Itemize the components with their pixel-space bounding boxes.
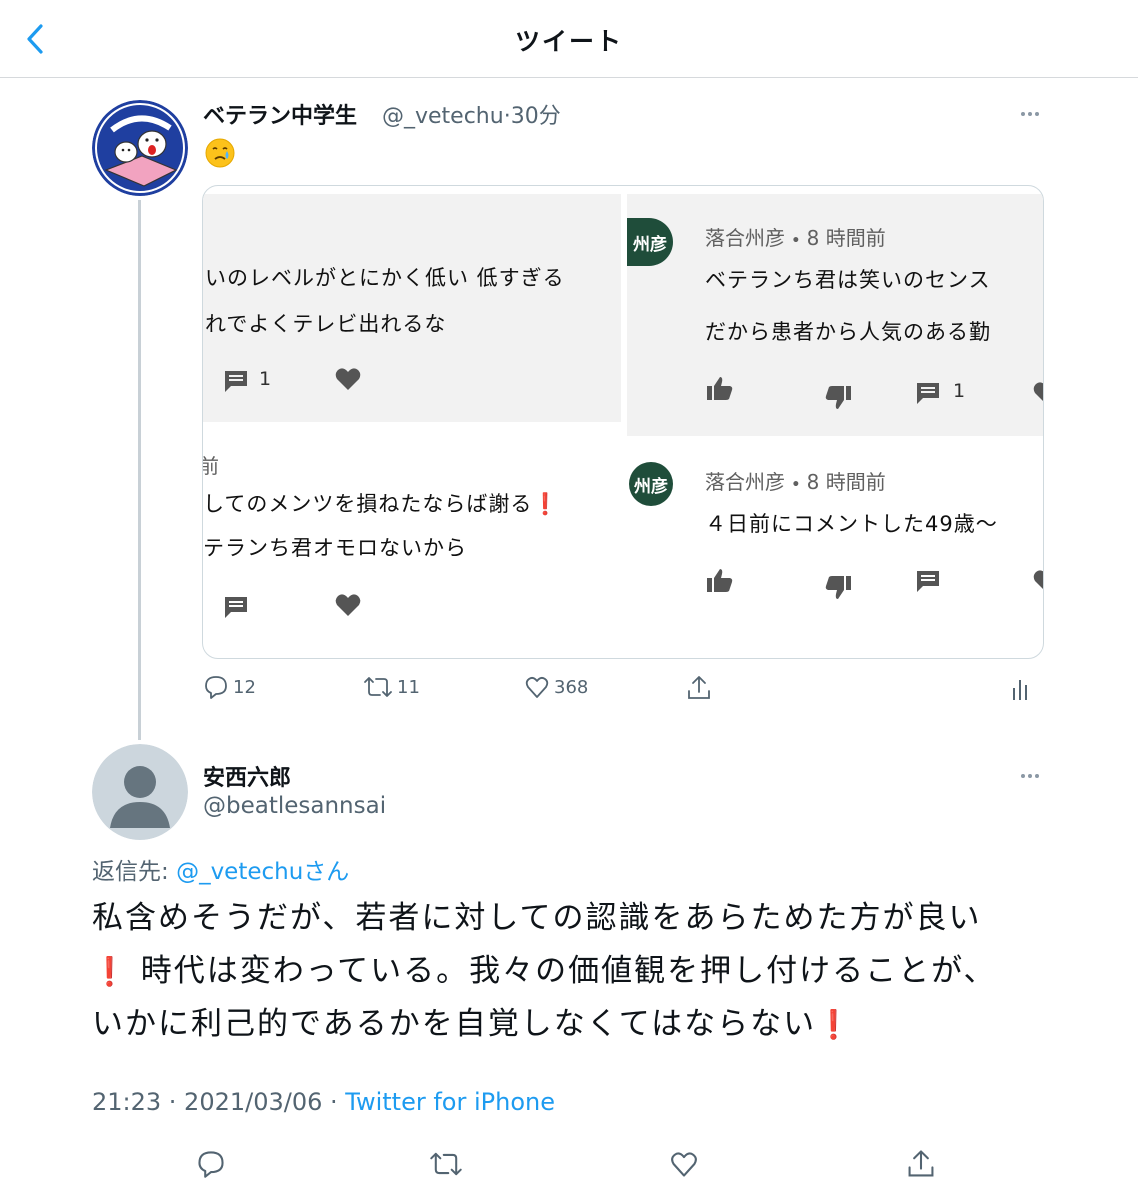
embedded-comment: 州彦 落合州彦 • 8 時間前 ベテランち君は笑いのセンス だから患者から人気の… xyxy=(627,194,1043,436)
thumbs-down-icon xyxy=(825,576,851,599)
comment-icon xyxy=(917,571,939,592)
tweet-metadata: 21:23 · 2021/03/06 · Twitter for iPhone xyxy=(92,1088,555,1116)
reply-icon xyxy=(205,676,227,699)
heart-icon xyxy=(335,594,361,616)
tweet-image-card[interactable]: いのレベルがとにかく低い 低すぎる れでよくテレビ出れるな 1 前 してのメンツ… xyxy=(202,185,1044,659)
comment-meta: 前 xyxy=(203,450,219,479)
comment-time: 8 時間前 xyxy=(806,470,886,494)
comment-icon xyxy=(225,597,247,618)
retweet-count: 11 xyxy=(397,676,420,698)
comment-text: いのレベルがとにかく低い 低すぎる xyxy=(205,266,565,290)
comment-text: だから患者から人気のある勤 xyxy=(705,320,991,344)
crying-face-emoji-icon xyxy=(205,138,235,168)
reply-count: 1 xyxy=(259,368,272,390)
comment-text: ４日前にコメントした49歳〜 xyxy=(705,512,998,536)
comment-meta: 落合州彦 • 8 時間前 xyxy=(705,226,886,250)
avatar-image xyxy=(92,100,188,196)
thumbs-up-icon xyxy=(707,377,733,400)
author-handle[interactable]: @beatlesannsai xyxy=(203,793,386,819)
thumbs-down-icon xyxy=(825,386,851,409)
share-button[interactable] xyxy=(686,674,712,702)
exclamation-icon: ❗ xyxy=(92,955,129,988)
comment-meta: 落合州彦 • 8 時間前 xyxy=(705,470,886,494)
tweet-text: 私含めそうだが、若者に対しての認識をあらためた方が良い ❗ 時代は変わっている。… xyxy=(92,892,1072,1051)
comment-time: 8 時間前 xyxy=(806,226,886,250)
avatar[interactable] xyxy=(92,100,188,196)
comment-text: してのメンツを損ねたならば謝る❗ xyxy=(203,488,560,518)
avatar: 州彦 xyxy=(627,218,673,266)
page-title: ツイート xyxy=(514,27,623,56)
comment-text: テランち君オモロないから xyxy=(203,536,467,560)
avatar: 州彦 xyxy=(629,462,673,506)
reply-context: 返信先: @_vetechuさん xyxy=(92,852,349,886)
default-avatar-icon xyxy=(92,744,188,840)
avatar-label: 州彦 xyxy=(633,234,667,255)
author-name[interactable]: 安西六郎 xyxy=(203,760,291,792)
exclamation-icon: ❗ xyxy=(816,1008,854,1041)
thumbs-up-icon xyxy=(707,569,733,592)
avatar[interactable] xyxy=(92,744,188,840)
tweet-text-span: いかに利己的であるかを自覚しなくてはならない xyxy=(92,1006,817,1042)
tweet-time: 30分 xyxy=(510,104,561,129)
analytics-icon xyxy=(1013,680,1027,700)
heart-icon xyxy=(671,1152,697,1177)
like-count: 368 xyxy=(554,676,589,698)
dot-separator: · xyxy=(503,104,511,129)
reply-to-link[interactable]: @_vetechuさん xyxy=(176,859,349,885)
comment-text: ベテランち君は笑いのセンス xyxy=(705,268,991,292)
reply-icon xyxy=(198,1151,224,1178)
retweet-icon xyxy=(430,1152,462,1176)
tweet-source-link[interactable]: Twitter for iPhone xyxy=(345,1088,555,1116)
reply-count: 12 xyxy=(233,676,256,698)
reply-button[interactable] xyxy=(193,1146,229,1182)
share-icon xyxy=(908,1150,934,1177)
exclamation-icon: ❗ xyxy=(532,492,560,516)
top-bar: ツイート xyxy=(0,0,1138,78)
tweet-timestamp: 21:23 · 2021/03/06 · xyxy=(92,1088,346,1116)
like-button[interactable] xyxy=(666,1146,702,1182)
comment-author: 落合州彦 xyxy=(705,470,785,494)
author-handle: @_vetechu xyxy=(382,104,504,129)
more-options-button[interactable] xyxy=(1016,104,1044,124)
heart-icon xyxy=(335,368,361,390)
retweet-button[interactable] xyxy=(428,1146,464,1182)
reply-count: 1 xyxy=(953,380,966,402)
tweet-text-line: ❗ 時代は変わっている。我々の価値観を押し付けることが、 xyxy=(92,945,1072,998)
tweet-text-line: いかに利己的であるかを自覚しなくてはならない❗ xyxy=(92,998,1072,1051)
reply-label: 返信先: xyxy=(92,859,177,885)
retweet-icon xyxy=(364,677,392,697)
tweet-text-span: 時代は変わっている。我々の価値観を押し付けることが、 xyxy=(140,953,997,989)
retweet-button[interactable]: 11 xyxy=(363,674,420,700)
heart-icon xyxy=(1033,382,1043,401)
analytics-button[interactable] xyxy=(1010,676,1030,702)
author-name[interactable]: ベテラン中学生 xyxy=(203,98,357,130)
heart-icon xyxy=(1033,570,1043,589)
heart-icon xyxy=(525,676,549,698)
comment-icon xyxy=(225,371,247,392)
share-icon xyxy=(688,676,710,699)
comment-text-span: してのメンツを損ねたならば謝る xyxy=(203,492,533,516)
more-options-button[interactable] xyxy=(1016,766,1044,786)
reply-button[interactable]: 12 xyxy=(203,674,256,700)
embedded-comment: 州彦 落合州彦 • 8 時間前 ４日前にコメントした49歳〜 xyxy=(627,436,1043,658)
comment-author: 落合州彦 xyxy=(705,226,785,250)
embedded-comment: 前 してのメンツを損ねたならば謝る❗ テランち君オモロないから xyxy=(203,436,621,658)
avatar-label: 州彦 xyxy=(634,476,668,497)
tweet-text-line: 私含めそうだが、若者に対しての認識をあらためた方が良い xyxy=(92,900,982,936)
author-handle-and-time[interactable]: @_vetechu·30分 xyxy=(382,98,561,130)
share-button[interactable] xyxy=(903,1146,939,1182)
embedded-comment: いのレベルがとにかく低い 低すぎる れでよくテレビ出れるな 1 xyxy=(203,194,621,422)
comment-text: れでよくテレビ出れるな xyxy=(205,312,447,336)
comment-icon xyxy=(917,383,939,404)
like-button[interactable]: 368 xyxy=(524,674,588,700)
thread-connector xyxy=(138,200,141,740)
